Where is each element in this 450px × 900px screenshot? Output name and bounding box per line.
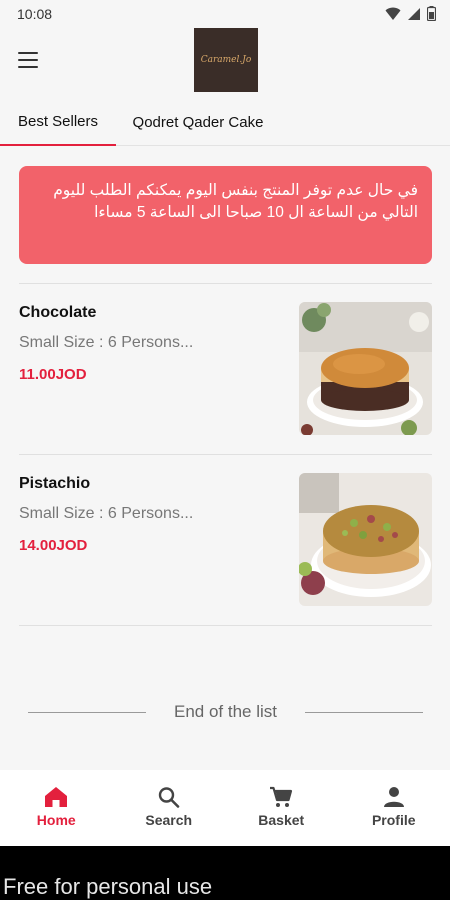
- logo-text: Caramel.Jo: [200, 55, 252, 65]
- home-icon: [45, 787, 68, 807]
- nav-search[interactable]: Search: [113, 770, 226, 846]
- person-icon: [383, 787, 404, 807]
- nav-home-label: Home: [36, 812, 76, 828]
- end-line-left: [28, 711, 146, 713]
- cart-icon: [270, 786, 293, 807]
- end-of-list-text: End of the list: [174, 702, 278, 721]
- category-tabs: Best Sellers Qodret Qader Cake: [0, 98, 450, 146]
- nav-profile-label: Profile: [371, 812, 416, 828]
- nav-basket[interactable]: Basket: [225, 770, 338, 846]
- tab-best-sellers[interactable]: Best Sellers: [0, 98, 116, 146]
- nav-search-label: Search: [145, 812, 193, 828]
- divider: [19, 454, 432, 455]
- signal-icon: [408, 7, 420, 20]
- end-of-list: End of the list: [28, 700, 424, 724]
- tab-qodret-qader-cake[interactable]: Qodret Qader Cake: [116, 98, 280, 146]
- product-item-chocolate[interactable]: Chocolate Small Size : 6 Persons... 11.0…: [19, 302, 432, 436]
- product-description: Small Size : 6 Persons...: [19, 334, 194, 351]
- watermark-text: Free for personal use: [3, 874, 213, 899]
- status-icons: [385, 6, 436, 21]
- nav-profile[interactable]: Profile: [338, 770, 450, 846]
- nav-basket-label: Basket: [258, 812, 305, 828]
- battery-icon: [427, 6, 436, 21]
- wifi-icon: [385, 7, 401, 20]
- brand-logo: Caramel.Jo: [194, 28, 258, 92]
- menu-icon: [18, 52, 38, 54]
- product-price: 14.00JOD: [19, 537, 88, 554]
- product-description: Small Size : 6 Persons...: [19, 505, 194, 522]
- product-item-pistachio[interactable]: Pistachio Small Size : 6 Persons... 14.0…: [19, 473, 432, 607]
- pistachio-cake-image[interactable]: [299, 473, 432, 606]
- divider: [19, 625, 432, 626]
- bottom-navigation: Home Search Basket Profile: [0, 770, 450, 846]
- cheesecake-image[interactable]: [299, 302, 432, 435]
- menu-button[interactable]: [14, 46, 46, 74]
- availability-notice: في حال عدم توفر المنتج بنفس اليوم يمكنكم…: [19, 166, 432, 264]
- search-icon: [158, 787, 180, 808]
- status-time: 10:08: [17, 6, 53, 22]
- product-name: Pistachio: [19, 475, 91, 492]
- divider: [19, 283, 432, 284]
- product-name: Chocolate: [19, 304, 97, 321]
- status-bar: 10:08: [0, 0, 450, 28]
- nav-home[interactable]: Home: [0, 770, 113, 846]
- app-header: Caramel.Jo: [0, 28, 450, 98]
- product-price: 11.00JOD: [19, 366, 87, 383]
- end-line-right: [305, 711, 424, 713]
- watermark-bar: Free for personal use: [0, 846, 450, 900]
